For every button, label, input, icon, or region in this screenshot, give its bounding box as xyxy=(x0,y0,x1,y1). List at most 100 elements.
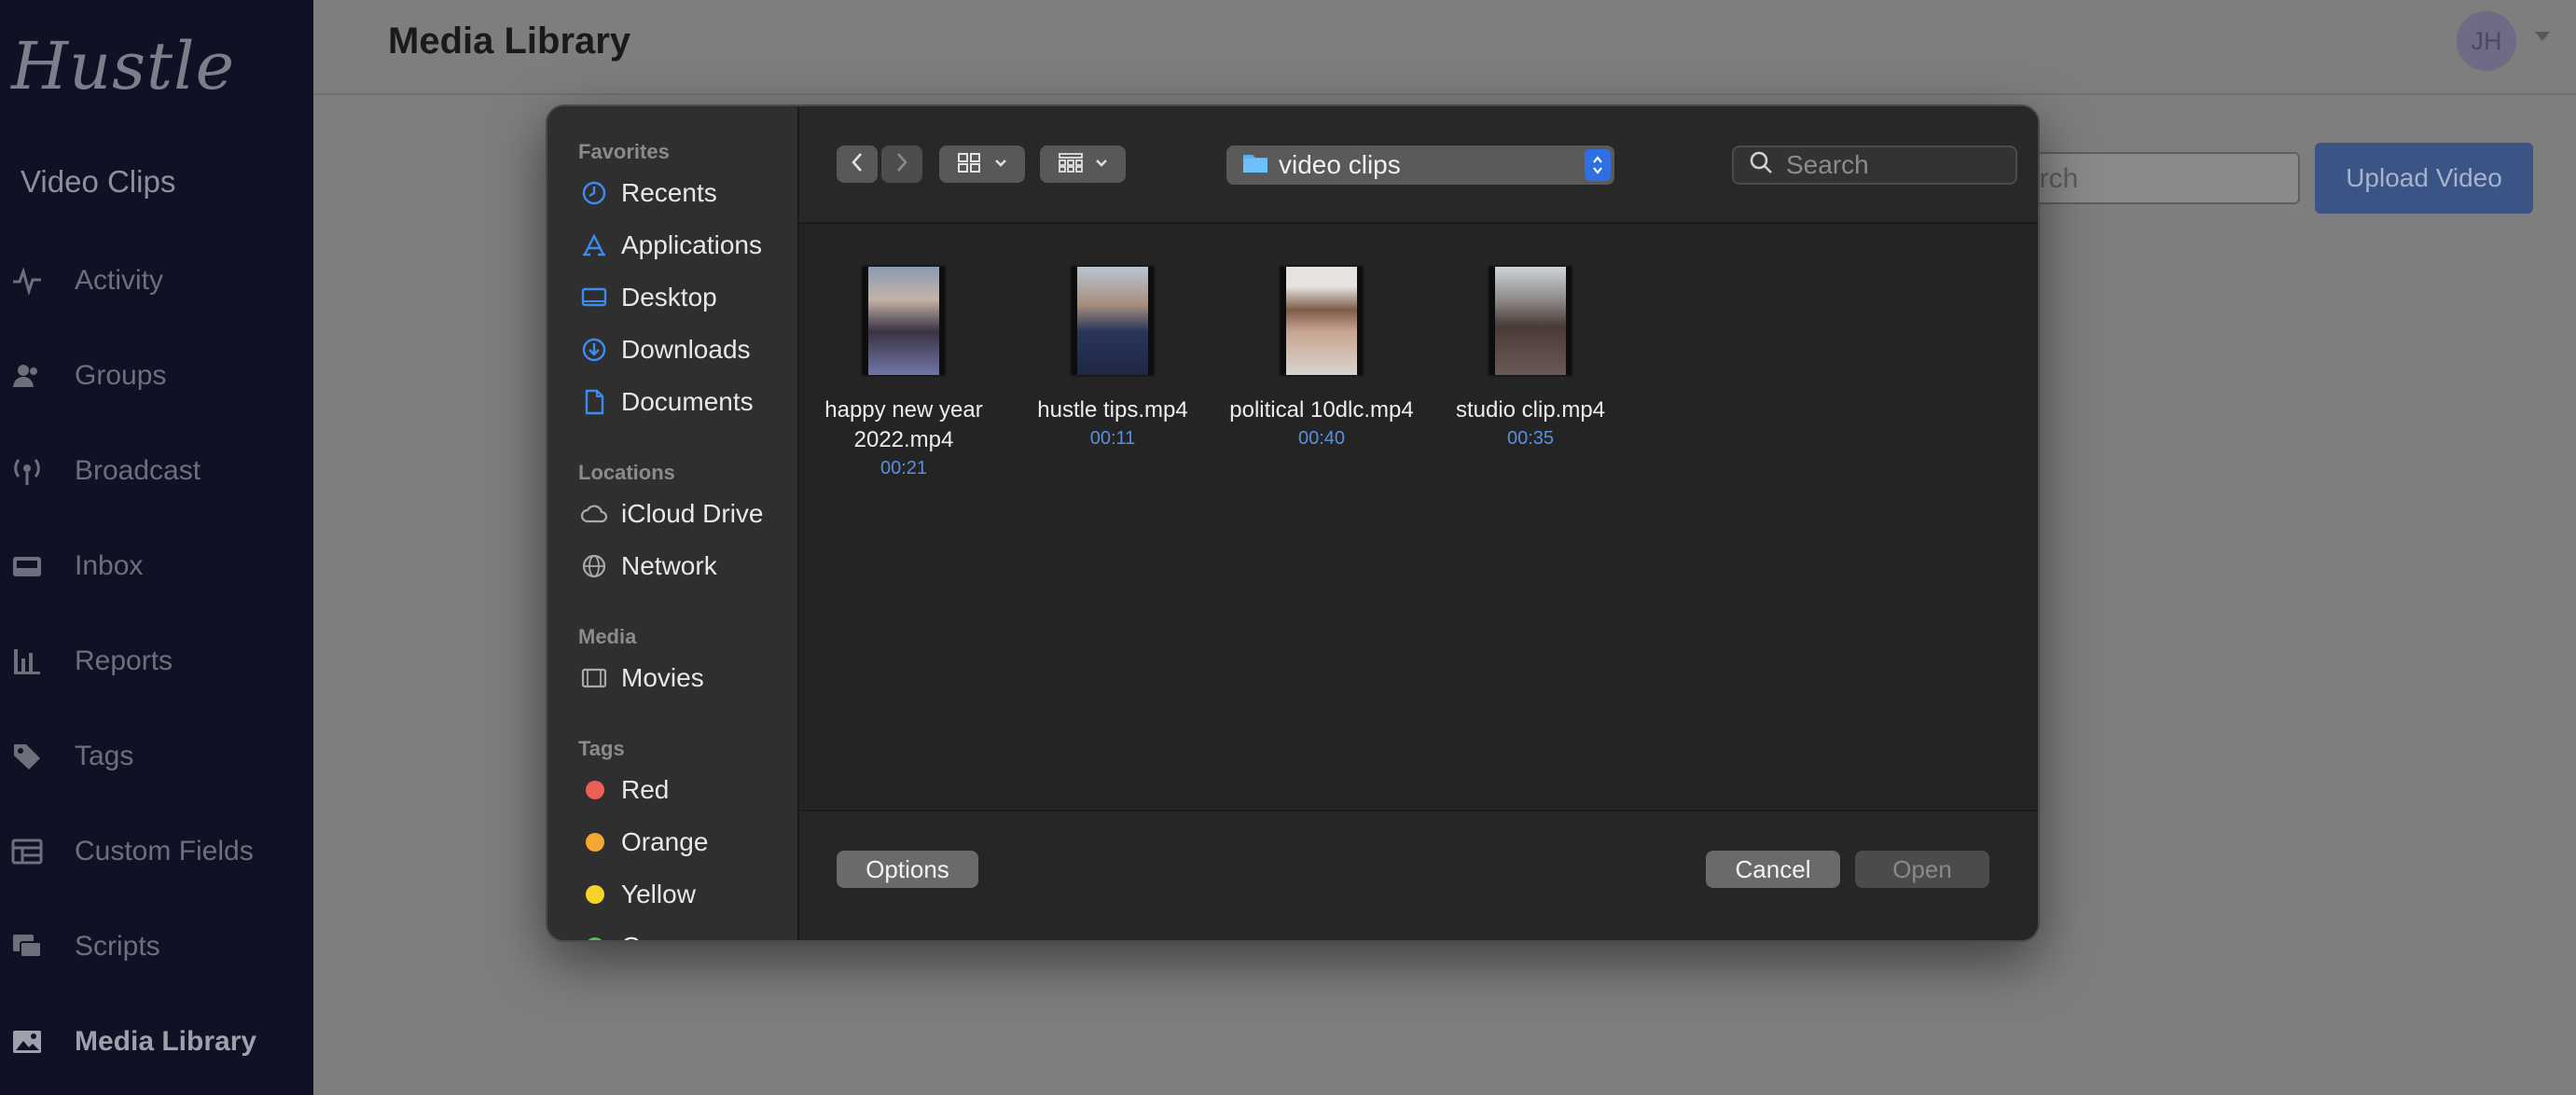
scripts-icon xyxy=(11,931,43,963)
media-icon xyxy=(11,1026,43,1058)
file-item[interactable]: political 10dlc.mp4 00:40 xyxy=(1228,265,1415,451)
chevron-right-icon xyxy=(894,152,909,177)
sidebar-item-label: Movies xyxy=(621,663,704,692)
chevron-down-icon xyxy=(994,156,1007,173)
sidebar-item-activity[interactable]: Activity xyxy=(0,233,313,328)
file-duration: 00:40 xyxy=(1297,428,1346,449)
sidebar-item-custom-fields[interactable]: Custom Fields xyxy=(0,804,313,899)
dialog-sidebar: Favorites Recents Applications Desktop D… xyxy=(547,106,799,940)
file-name: hustle tips.mp4 xyxy=(1037,397,1188,423)
file-item[interactable]: hustle tips.mp4 00:11 xyxy=(1019,265,1206,451)
broadcast-icon xyxy=(11,455,43,487)
sidebar-item-label: Reports xyxy=(75,645,173,676)
file-duration: 00:11 xyxy=(1089,428,1136,449)
upload-video-button[interactable]: Upload Video xyxy=(2315,143,2533,214)
sidebar-item-movies[interactable]: Movies xyxy=(578,655,704,701)
view-mode-button[interactable] xyxy=(939,146,1025,183)
sidebar-item-downloads[interactable]: Downloads xyxy=(578,326,751,373)
sidebar-item-recents[interactable]: Recents xyxy=(578,170,717,216)
chevron-down-icon[interactable] xyxy=(2535,32,2550,41)
yellow-tag-dot-icon xyxy=(586,885,604,904)
sidebar-item-scripts[interactable]: Scripts xyxy=(0,899,313,994)
locations-heading: Locations xyxy=(578,461,675,484)
brand-logo[interactable]: Hustle xyxy=(11,28,235,104)
sidebar-item-reports[interactable]: Reports xyxy=(0,614,313,709)
file-item[interactable]: studio clip.mp4 00:35 xyxy=(1437,265,1624,451)
sidebar-item-applications[interactable]: Applications xyxy=(578,222,762,269)
favorites-heading: Favorites xyxy=(578,140,670,163)
group-grid-icon xyxy=(1058,152,1084,177)
video-thumbnail xyxy=(1070,265,1156,377)
search-placeholder: Search xyxy=(1786,150,1869,179)
folder-select-label: video clips xyxy=(1279,150,1401,179)
dialog-search-input[interactable]: Search xyxy=(1732,146,2017,185)
stepper-arrows-icon[interactable] xyxy=(1585,149,1611,181)
sidebar-tag-green[interactable]: Green xyxy=(578,923,694,940)
grid-view-icon xyxy=(957,152,981,177)
file-name: studio clip.mp4 xyxy=(1455,397,1606,423)
sidebar-item-label: Recents xyxy=(621,178,717,207)
sidebar-item-broadcast[interactable]: Broadcast xyxy=(0,423,313,519)
chevron-down-icon xyxy=(1095,156,1108,173)
film-icon xyxy=(578,662,610,694)
sidebar-item-label: Applications xyxy=(621,230,762,259)
file-item[interactable]: happy new year 2022.mp4 00:21 xyxy=(810,265,997,481)
sidebar-item-network[interactable]: Network xyxy=(578,543,717,589)
sidebar-item-tags[interactable]: Tags xyxy=(0,709,313,804)
green-tag-dot-icon xyxy=(586,937,604,940)
sidebar-tag-orange[interactable]: Orange xyxy=(578,819,708,866)
sidebar-item-desktop[interactable]: Desktop xyxy=(578,274,717,321)
sidebar-item-label: Desktop xyxy=(621,283,717,312)
file-duration: 00:21 xyxy=(879,458,928,478)
sidebar-item-inbox[interactable]: Inbox xyxy=(0,519,313,614)
open-button[interactable]: Open xyxy=(1855,851,1989,888)
activity-icon xyxy=(11,265,43,297)
sidebar-item-label: Network xyxy=(621,551,717,580)
sidebar-item-label: Custom Fields xyxy=(75,836,254,866)
cloud-icon xyxy=(578,498,610,530)
globe-icon xyxy=(578,550,610,582)
file-name: political 10dlc.mp4 xyxy=(1229,397,1414,423)
media-search-input[interactable]: arch xyxy=(2024,152,2300,204)
sidebar-item-icloud-drive[interactable]: iCloud Drive xyxy=(578,491,764,537)
options-button[interactable]: Options xyxy=(837,851,978,888)
sidebar-item-label: Yellow xyxy=(621,880,696,908)
custom-fields-icon xyxy=(11,836,43,867)
sidebar-item-label: Green xyxy=(621,932,694,940)
video-thumbnail xyxy=(1488,265,1573,377)
sidebar-item-label: Documents xyxy=(621,387,754,416)
inbox-icon xyxy=(11,550,43,582)
sidebar-item-documents[interactable]: Documents xyxy=(578,379,754,425)
dialog-footer: Options Cancel Open xyxy=(799,810,2038,940)
app-sidebar: Hustle Video Clips Activity Groups Broad… xyxy=(0,0,313,1095)
sidebar-item-label: Downloads xyxy=(621,335,751,364)
forward-button[interactable] xyxy=(881,146,922,183)
sidebar-item-label: Tags xyxy=(75,741,134,771)
sidebar-item-groups[interactable]: Groups xyxy=(0,328,313,423)
sidebar-item-label: iCloud Drive xyxy=(621,499,764,528)
sidebar-tag-yellow[interactable]: Yellow xyxy=(578,871,696,918)
sidebar-nav: Activity Groups Broadcast Inbox Reports … xyxy=(0,233,313,1089)
tag-icon xyxy=(11,741,43,772)
sidebar-item-label: Red xyxy=(621,775,670,804)
sidebar-item-media-library[interactable]: Media Library xyxy=(0,994,313,1089)
group-by-button[interactable] xyxy=(1040,146,1126,183)
file-duration: 00:35 xyxy=(1506,428,1555,449)
folder-select[interactable]: video clips xyxy=(1226,146,1614,185)
desktop-icon xyxy=(578,282,610,313)
sidebar-item-label: Broadcast xyxy=(75,455,201,486)
sidebar-item-label: Groups xyxy=(75,360,167,391)
back-button[interactable] xyxy=(837,146,878,183)
sidebar-tag-red[interactable]: Red xyxy=(578,767,669,813)
cancel-button[interactable]: Cancel xyxy=(1706,851,1840,888)
sidebar-item-label: Orange xyxy=(621,827,709,856)
page-title: Media Library xyxy=(388,21,631,62)
orange-tag-dot-icon xyxy=(586,833,604,852)
avatar[interactable]: JH xyxy=(2457,11,2516,71)
sidebar-item-label: Scripts xyxy=(75,931,160,962)
media-heading: Media xyxy=(578,625,637,648)
groups-icon xyxy=(11,360,43,392)
document-icon xyxy=(578,386,610,418)
sidebar-section-title[interactable]: Video Clips xyxy=(21,164,175,200)
page-header: Media Library JH xyxy=(313,0,2576,95)
